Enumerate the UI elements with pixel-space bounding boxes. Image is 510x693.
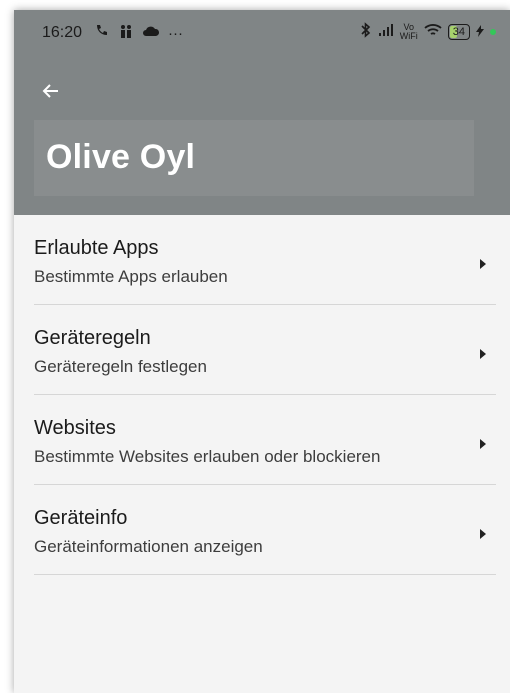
item-subtitle: Bestimmte Apps erlauben [34,267,228,286]
bluetooth-icon [360,22,372,41]
item-subtitle: Bestimmte Websites erlauben oder blockie… [34,447,381,466]
list-item-device-info[interactable]: Geräteinfo Geräteinformationen anzeigen [34,485,496,575]
app-screen: 16:20 ··· Vo WiFi 34 Olive Oyl Erlaubte … [14,10,510,693]
cloud-icon [142,24,160,42]
family-icon [118,23,134,43]
battery-icon: 34 [447,23,470,40]
privacy-indicator-dot [490,28,496,35]
wifi-icon [424,23,442,40]
status-icons-left: ··· [94,23,183,43]
phone-icon [94,23,110,43]
item-subtitle: Geräteinformationen anzeigen [34,537,263,556]
chevron-right-icon [480,439,486,449]
settings-list: Erlaubte Apps Bestimmte Apps erlauben Ge… [14,215,510,575]
vowifi-icon: Vo WiFi [399,21,418,41]
item-title: Websites [34,417,116,439]
item-title: Erlaubte Apps [34,237,159,259]
app-header: 16:20 ··· Vo WiFi 34 Olive Oyl [14,10,510,215]
chevron-right-icon [480,259,486,269]
signal-icon [378,23,394,40]
status-bar: 16:20 ··· Vo WiFi 34 [14,10,510,56]
item-title: Geräteregeln [34,327,151,349]
charging-icon [476,24,484,40]
status-time: 16:20 [42,24,83,41]
item-title: Geräteinfo [34,507,128,529]
back-arrow-icon[interactable] [38,78,64,104]
list-item-allowed-apps[interactable]: Erlaubte Apps Bestimmte Apps erlauben [34,215,496,305]
item-subtitle: Geräteregeln festlegen [34,357,207,376]
page-title: Olive Oyl [46,138,196,176]
status-icons-right: Vo WiFi 34 [360,22,496,41]
more-icon: ··· [168,24,183,42]
list-item-websites[interactable]: Websites Bestimmte Websites erlauben ode… [34,395,496,485]
list-item-device-rules[interactable]: Geräteregeln Geräteregeln festlegen [34,305,496,395]
chevron-right-icon [480,349,486,359]
chevron-right-icon [480,529,486,539]
